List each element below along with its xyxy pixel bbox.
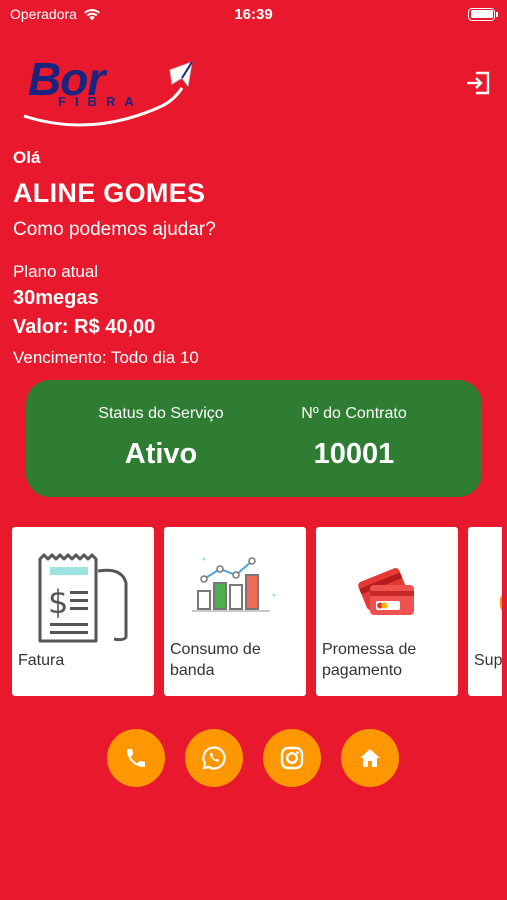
contract-number-value: 10001 xyxy=(313,438,395,470)
greeting-hello: Olá xyxy=(13,148,41,167)
menu-carousel[interactable]: $ Fatura Consumo de banda Promessa de pa… xyxy=(12,527,502,697)
contract-number: Nº do Contrato 10001 xyxy=(254,380,454,471)
status-bar-left: Operadora xyxy=(10,6,101,22)
contract-number-label: Nº do Contrato xyxy=(301,405,407,422)
plan-label: Plano atual xyxy=(13,262,99,281)
menu-card-invoice[interactable]: $ Fatura xyxy=(12,527,154,696)
bandwidth-chart-icon xyxy=(192,557,276,612)
menu-label-line2: banda xyxy=(170,662,215,679)
invoice-icon: $ xyxy=(38,553,128,643)
menu-label-line1: Fatura xyxy=(18,652,65,669)
menu-card-payment-promise[interactable]: Promessa de pagamento xyxy=(316,527,458,696)
whatsapp-button[interactable] xyxy=(185,729,243,787)
service-status-label: Status do Serviço xyxy=(98,405,224,422)
battery-icon xyxy=(468,7,498,21)
menu-card-support[interactable]: Sup xyxy=(468,527,502,696)
instagram-icon xyxy=(280,746,304,770)
credit-card-icon xyxy=(358,568,414,615)
menu-label-line1: Promessa de xyxy=(322,641,417,658)
whatsapp-icon xyxy=(202,746,226,770)
menu-label-line2: pagamento xyxy=(322,662,403,679)
service-status: Status do Serviço Ativo xyxy=(61,380,261,471)
status-bar: Operadora 16:39 xyxy=(0,0,507,28)
service-status-value: Ativo xyxy=(124,438,198,470)
phone-icon xyxy=(127,749,145,767)
plan-price: Valor: R$ 40,00 xyxy=(13,316,156,338)
plan-due-date: Vencimento: Todo dia 10 xyxy=(13,348,199,367)
carrier-name: Operadora xyxy=(10,6,77,22)
brand-logo: Bor FIBRA xyxy=(22,56,202,132)
menu-label-line1: Sup xyxy=(474,652,502,669)
logo-subtitle: FIBRA xyxy=(58,94,143,109)
phone-button[interactable] xyxy=(107,729,165,787)
logout-icon xyxy=(467,71,490,95)
menu-card-bandwidth[interactable]: Consumo de banda xyxy=(164,527,306,696)
logout-button[interactable] xyxy=(464,70,492,96)
support-icon xyxy=(499,595,502,611)
svg-text:$: $ xyxy=(48,583,68,621)
home-icon xyxy=(360,749,380,767)
user-name: ALINE GOMES xyxy=(13,178,206,208)
service-status-card: Status do Serviço Ativo Nº do Contrato 1… xyxy=(26,380,482,497)
wifi-icon xyxy=(83,8,100,20)
menu-label-line1: Consumo de xyxy=(170,641,261,658)
instagram-button[interactable] xyxy=(263,729,321,787)
plan-name: 30megas xyxy=(13,287,99,309)
home-button[interactable] xyxy=(341,729,399,787)
help-prompt: Como podemos ajudar? xyxy=(13,219,216,240)
